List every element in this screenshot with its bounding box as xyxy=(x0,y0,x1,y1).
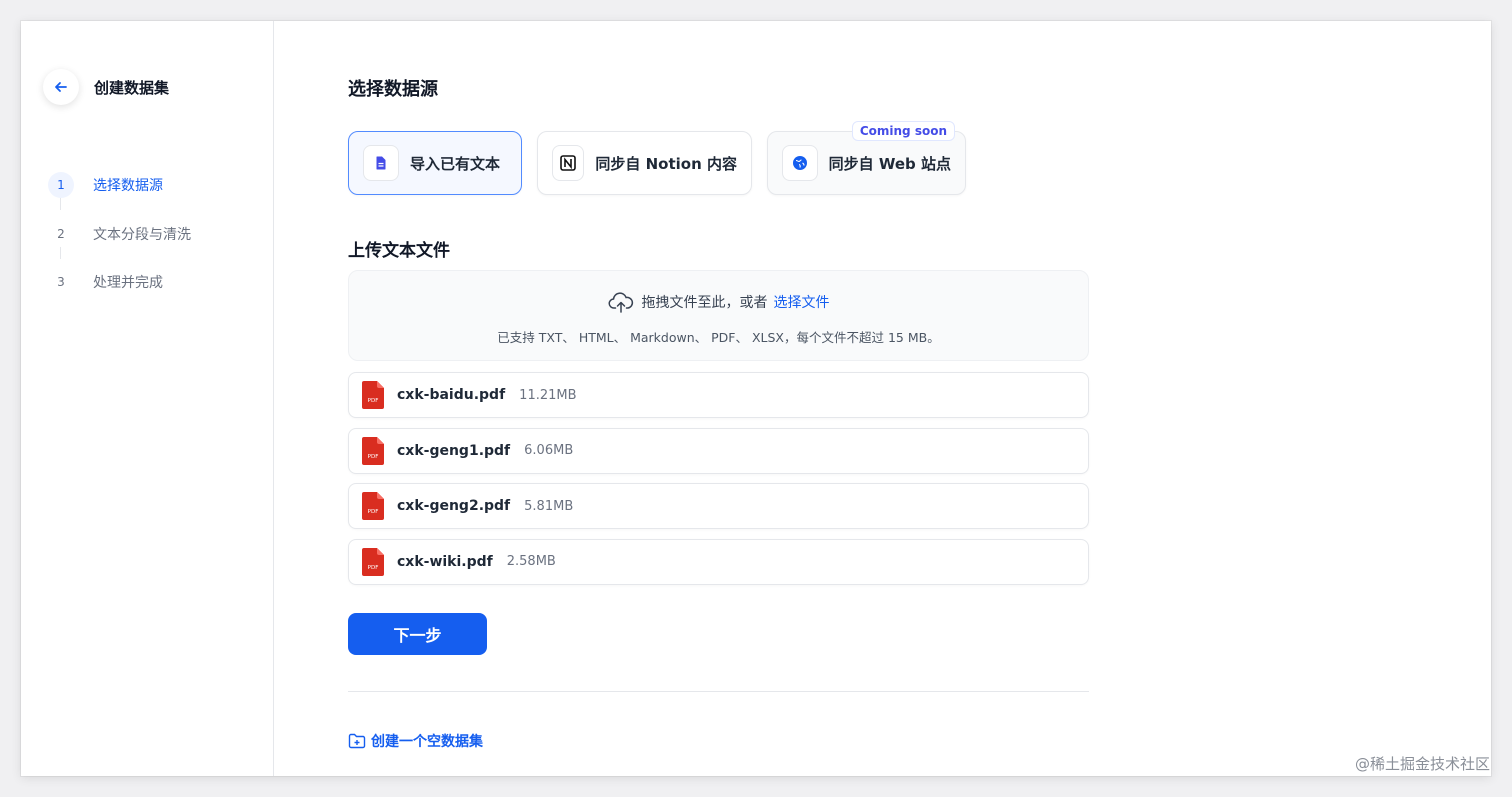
step-number: 3 xyxy=(48,269,74,296)
file-row[interactable]: PDF cxk-baidu.pdf 11.21MB xyxy=(348,372,1089,418)
source-label: 同步自 Web 站点 xyxy=(828,154,951,173)
main-content: 选择数据源 导入已有文本 同步自 Notion 内容 Coming soon 同 xyxy=(348,21,1093,776)
watermark: @稀土掘金技术社区 xyxy=(1354,755,1490,773)
source-label: 导入已有文本 xyxy=(410,154,501,173)
section-title: 选择数据源 xyxy=(348,79,438,100)
arrow-left-icon xyxy=(55,82,67,92)
step-number: 1 xyxy=(48,172,74,199)
file-dropzone[interactable]: 拖拽文件至此，或者 选择文件 已支持 TXT、 HTML、 Markdown、 … xyxy=(348,270,1089,361)
globe-icon xyxy=(782,145,818,181)
steps-list: 1 选择数据源 2 文本分段与清洗 3 处理并完成 xyxy=(48,161,191,307)
back-row: 创建数据集 xyxy=(43,69,169,105)
source-options: 导入已有文本 同步自 Notion 内容 Coming soon 同步自 Web… xyxy=(348,121,981,195)
step-label: 处理并完成 xyxy=(93,275,163,292)
sidebar: 创建数据集 1 选择数据源 2 文本分段与清洗 3 处理并完成 xyxy=(21,21,274,776)
source-label: 同步自 Notion 内容 xyxy=(595,154,737,173)
pdf-icon: PDF xyxy=(362,492,384,520)
file-size: 5.81MB xyxy=(524,498,574,514)
create-empty-dataset-label: 创建一个空数据集 xyxy=(371,734,483,750)
next-button[interactable]: 下一步 xyxy=(348,613,487,655)
step-label: 选择数据源 xyxy=(93,178,163,195)
file-size: 6.06MB xyxy=(524,443,574,458)
pdf-icon: PDF xyxy=(362,381,384,409)
file-size: 2.58MB xyxy=(506,554,556,569)
dropzone-row: 拖拽文件至此，或者 选择文件 xyxy=(349,291,1088,313)
upload-title: 上传文本文件 xyxy=(348,241,450,261)
step-label: 文本分段与清洗 xyxy=(93,226,191,243)
svg-text:PDF: PDF xyxy=(368,454,379,460)
pdf-icon: PDF xyxy=(362,436,384,465)
file-size: 11.21MB xyxy=(519,387,577,403)
divider xyxy=(348,691,1089,692)
choose-file-link[interactable]: 选择文件 xyxy=(774,292,830,312)
back-button[interactable] xyxy=(43,69,79,105)
file-name: cxk-baidu.pdf xyxy=(397,387,506,403)
svg-text:PDF: PDF xyxy=(368,509,379,515)
notion-icon xyxy=(552,145,585,181)
create-empty-dataset-link[interactable]: 创建一个空数据集 xyxy=(348,731,483,751)
step-number: 2 xyxy=(48,220,74,247)
step-1: 1 选择数据源 xyxy=(48,161,191,210)
cloud-upload-icon xyxy=(608,292,633,313)
dropzone-hint: 已支持 TXT、 HTML、 Markdown、 PDF、 XLSX，每个文件不… xyxy=(497,330,940,345)
file-text-icon xyxy=(363,145,399,181)
file-name: cxk-geng2.pdf xyxy=(397,498,511,514)
folder-plus-icon xyxy=(348,733,366,749)
pdf-icon: PDF xyxy=(362,547,384,576)
file-name: cxk-geng1.pdf xyxy=(397,442,511,459)
source-import-text[interactable]: 导入已有文本 xyxy=(348,131,522,195)
step-3: 3 处理并完成 xyxy=(48,258,191,307)
source-notion[interactable]: 同步自 Notion 内容 xyxy=(537,131,752,195)
svg-text:PDF: PDF xyxy=(368,398,379,404)
svg-text:PDF: PDF xyxy=(368,565,379,571)
source-web[interactable]: Coming soon 同步自 Web 站点 xyxy=(767,121,966,195)
file-row[interactable]: PDF cxk-wiki.pdf 2.58MB xyxy=(348,538,1089,585)
dropzone-text: 拖拽文件至此，或者 xyxy=(641,295,768,311)
file-list: PDF cxk-baidu.pdf 11.21MB PDF cxk-geng1.… xyxy=(348,372,1089,594)
page-title: 创建数据集 xyxy=(94,78,170,97)
coming-soon-badge: Coming soon xyxy=(851,121,955,141)
step-2: 2 文本分段与清洗 xyxy=(48,210,191,259)
file-name: cxk-wiki.pdf xyxy=(397,553,493,570)
file-row[interactable]: PDF cxk-geng2.pdf 5.81MB xyxy=(348,483,1089,529)
file-row[interactable]: PDF cxk-geng1.pdf 6.06MB xyxy=(348,427,1089,474)
app-window: 创建数据集 1 选择数据源 2 文本分段与清洗 3 处理并完成 选择数据源 导入… xyxy=(21,21,1491,776)
